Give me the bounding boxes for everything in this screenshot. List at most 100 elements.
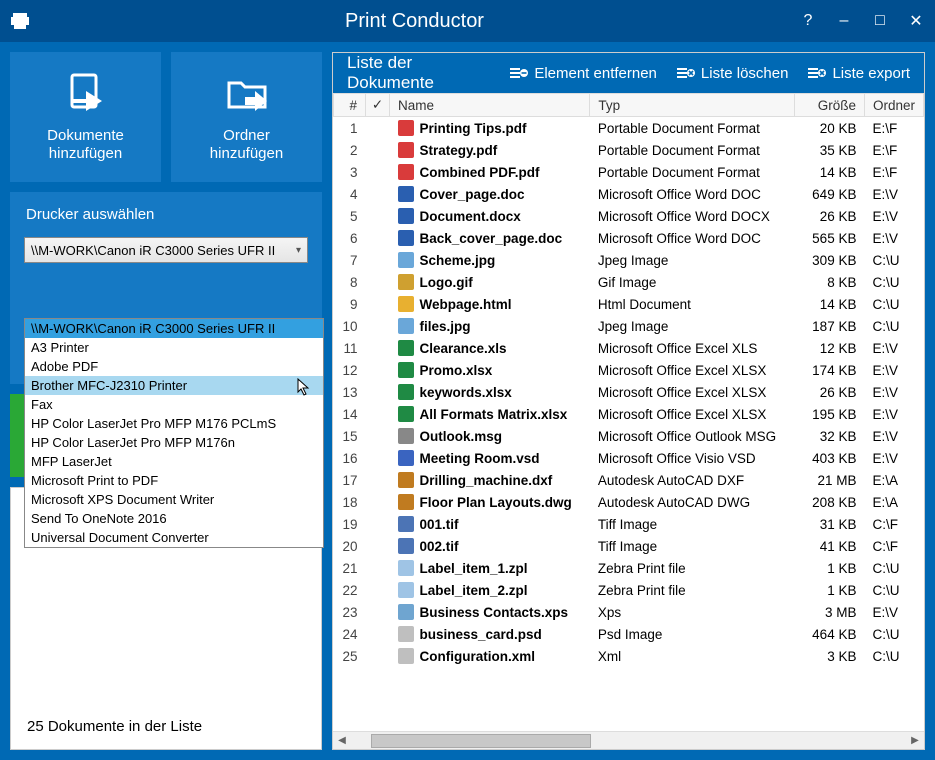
row-check[interactable] xyxy=(366,161,390,183)
row-check[interactable] xyxy=(366,645,390,667)
row-name: keywords.xlsx xyxy=(390,381,590,403)
row-check[interactable] xyxy=(366,403,390,425)
row-number: 20 xyxy=(334,535,366,557)
row-check[interactable] xyxy=(366,447,390,469)
clear-list-action[interactable]: Liste löschen xyxy=(677,65,789,82)
row-check[interactable] xyxy=(366,315,390,337)
row-type: Xml xyxy=(590,645,795,667)
maximize-button[interactable]: □ xyxy=(871,12,889,30)
printer-option[interactable]: HP Color LaserJet Pro MFP M176n xyxy=(25,433,323,452)
row-size: 41 KB xyxy=(794,535,864,557)
add-documents-tile[interactable]: Dokumente hinzufügen xyxy=(10,52,161,182)
table-row[interactable]: 4Cover_page.docMicrosoft Office Word DOC… xyxy=(334,183,924,205)
row-number: 22 xyxy=(334,579,366,601)
printer-option[interactable]: Universal Document Converter xyxy=(25,528,323,547)
table-row[interactable]: 21Label_item_1.zplZebra Print file1 KBC:… xyxy=(334,557,924,579)
file-icon xyxy=(398,626,414,642)
row-type: Microsoft Office Word DOC xyxy=(590,183,795,205)
col-name[interactable]: Name xyxy=(390,94,590,117)
row-check[interactable] xyxy=(366,623,390,645)
row-path: C:\U xyxy=(864,579,923,601)
table-row[interactable]: 20002.tifTiff Image41 KBC:\F xyxy=(334,535,924,557)
table-row[interactable]: 9Webpage.htmlHtml Document14 KBC:\U xyxy=(334,293,924,315)
printer-option[interactable]: MFP LaserJet xyxy=(25,452,323,471)
col-size[interactable]: Größe xyxy=(794,94,864,117)
row-check[interactable] xyxy=(366,337,390,359)
minimize-button[interactable]: – xyxy=(835,12,853,30)
row-check[interactable] xyxy=(366,227,390,249)
document-table-wrap[interactable]: # ✓ Name Typ Größe Ordner 1Printing Tips… xyxy=(333,93,924,731)
row-check[interactable] xyxy=(366,117,390,140)
printer-option[interactable]: Adobe PDF xyxy=(25,357,323,376)
scroll-right-arrow[interactable]: ▶ xyxy=(906,735,924,746)
row-check[interactable] xyxy=(366,183,390,205)
table-row[interactable]: 5Document.docxMicrosoft Office Word DOCX… xyxy=(334,205,924,227)
table-row[interactable]: 6Back_cover_page.docMicrosoft Office Wor… xyxy=(334,227,924,249)
table-row[interactable]: 13keywords.xlsxMicrosoft Office Excel XL… xyxy=(334,381,924,403)
row-check[interactable] xyxy=(366,381,390,403)
row-check[interactable] xyxy=(366,359,390,381)
scrollbar-thumb[interactable] xyxy=(371,734,591,748)
row-check[interactable] xyxy=(366,293,390,315)
row-check[interactable] xyxy=(366,249,390,271)
printer-select[interactable]: \\M-WORK\Canon iR C3000 Series UFR II ▾ xyxy=(24,237,308,263)
printer-option[interactable]: HP Color LaserJet Pro MFP M176 PCLmS xyxy=(25,414,323,433)
printer-option[interactable]: Brother MFC-J2310 Printer xyxy=(25,376,323,395)
col-number[interactable]: # xyxy=(334,94,366,117)
printer-option[interactable]: Fax xyxy=(25,395,323,414)
row-check[interactable] xyxy=(366,425,390,447)
table-row[interactable]: 23Business Contacts.xpsXps3 MBE:\V xyxy=(334,601,924,623)
table-row[interactable]: 1Printing Tips.pdfPortable Document Form… xyxy=(334,117,924,140)
table-row[interactable]: 2Strategy.pdfPortable Document Format35 … xyxy=(334,139,924,161)
row-check[interactable] xyxy=(366,491,390,513)
row-check[interactable] xyxy=(366,271,390,293)
row-check[interactable] xyxy=(366,579,390,601)
row-check[interactable] xyxy=(366,601,390,623)
row-check[interactable] xyxy=(366,205,390,227)
table-row[interactable]: 16Meeting Room.vsdMicrosoft Office Visio… xyxy=(334,447,924,469)
row-check[interactable] xyxy=(366,469,390,491)
table-row[interactable]: 8Logo.gifGif Image8 KBC:\U xyxy=(334,271,924,293)
table-row[interactable]: 12Promo.xlsxMicrosoft Office Excel XLSX1… xyxy=(334,359,924,381)
col-check[interactable]: ✓ xyxy=(366,94,390,117)
table-row[interactable]: 22Label_item_2.zplZebra Print file1 KBC:… xyxy=(334,579,924,601)
table-row[interactable]: 18Floor Plan Layouts.dwgAutodesk AutoCAD… xyxy=(334,491,924,513)
table-row[interactable]: 17Drilling_machine.dxfAutodesk AutoCAD D… xyxy=(334,469,924,491)
row-check[interactable] xyxy=(366,139,390,161)
printer-option[interactable]: Send To OneNote 2016 xyxy=(25,509,323,528)
row-number: 24 xyxy=(334,623,366,645)
printer-dropdown[interactable]: \\M-WORK\Canon iR C3000 Series UFR IIA3 … xyxy=(24,318,324,548)
table-row[interactable]: 25Configuration.xmlXml3 KBC:\U xyxy=(334,645,924,667)
table-row[interactable]: 3Combined PDF.pdfPortable Document Forma… xyxy=(334,161,924,183)
row-check[interactable] xyxy=(366,535,390,557)
file-icon xyxy=(398,186,414,202)
table-row[interactable]: 7Scheme.jpgJpeg Image309 KBC:\U xyxy=(334,249,924,271)
table-row[interactable]: 15Outlook.msgMicrosoft Office Outlook MS… xyxy=(334,425,924,447)
close-button[interactable]: ✕ xyxy=(907,12,925,30)
add-folder-tile[interactable]: Ordner hinzufügen xyxy=(171,52,322,182)
export-list-action[interactable]: Liste export xyxy=(808,65,910,82)
table-row[interactable]: 10files.jpgJpeg Image187 KBC:\U xyxy=(334,315,924,337)
table-row[interactable]: 24business_card.psdPsd Image464 KBC:\U xyxy=(334,623,924,645)
table-row[interactable]: 14All Formats Matrix.xlsxMicrosoft Offic… xyxy=(334,403,924,425)
printer-option[interactable]: Microsoft XPS Document Writer xyxy=(25,490,323,509)
col-type[interactable]: Typ xyxy=(590,94,795,117)
table-row[interactable]: 11Clearance.xlsMicrosoft Office Excel XL… xyxy=(334,337,924,359)
file-icon xyxy=(398,164,414,180)
row-size: 26 KB xyxy=(794,205,864,227)
row-name: files.jpg xyxy=(390,315,590,337)
horizontal-scrollbar[interactable]: ◀ ▶ xyxy=(333,731,924,749)
row-check[interactable] xyxy=(366,513,390,535)
row-type: Microsoft Office Outlook MSG xyxy=(590,425,795,447)
printer-option[interactable]: \\M-WORK\Canon iR C3000 Series UFR II xyxy=(25,319,323,338)
table-row[interactable]: 19001.tifTiff Image31 KBC:\F xyxy=(334,513,924,535)
scroll-left-arrow[interactable]: ◀ xyxy=(333,735,351,746)
row-name: Floor Plan Layouts.dwg xyxy=(390,491,590,513)
printer-option[interactable]: Microsoft Print to PDF xyxy=(25,471,323,490)
row-size: 3 KB xyxy=(794,645,864,667)
col-folder[interactable]: Ordner xyxy=(864,94,923,117)
help-button[interactable]: ? xyxy=(799,12,817,30)
remove-item-action[interactable]: Element entfernen xyxy=(510,65,657,82)
printer-option[interactable]: A3 Printer xyxy=(25,338,323,357)
row-check[interactable] xyxy=(366,557,390,579)
